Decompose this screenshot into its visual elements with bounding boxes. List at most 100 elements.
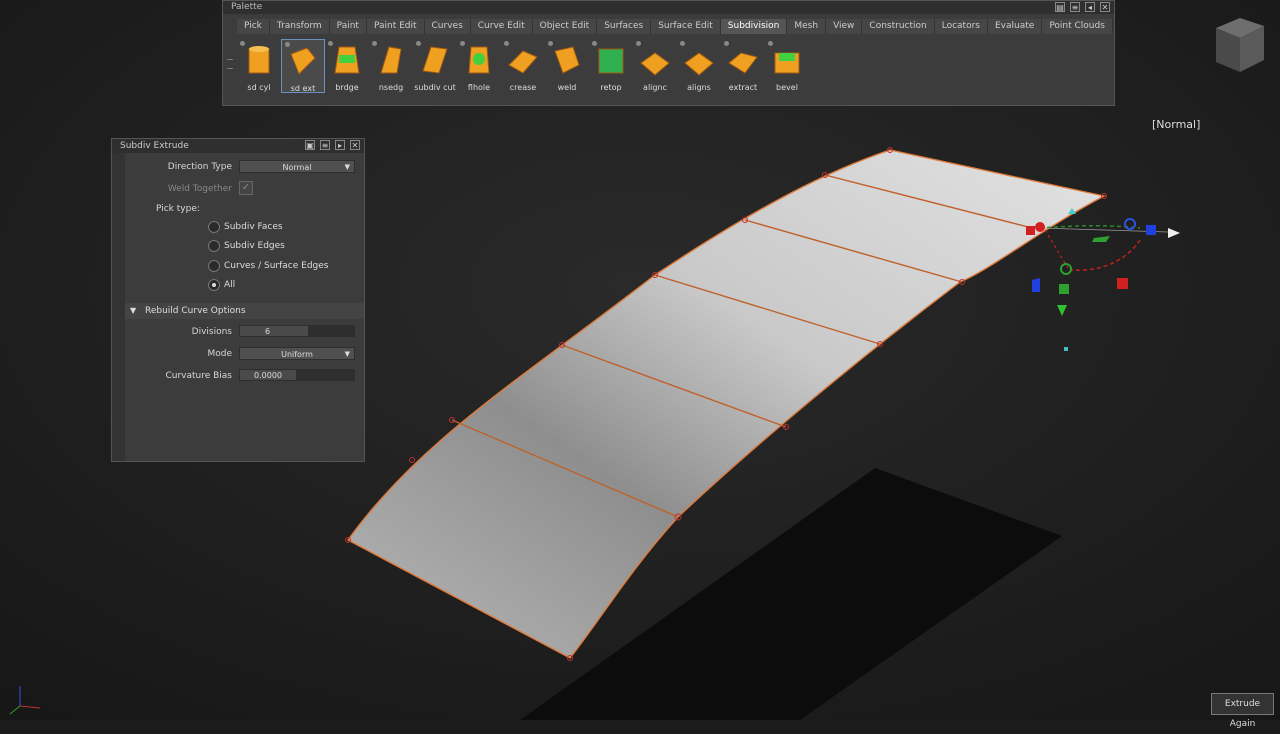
pick-all-label: All: [224, 280, 236, 290]
collapse-icon[interactable]: ◂: [1085, 2, 1095, 12]
option-dot-icon[interactable]: [724, 41, 729, 46]
tab-view[interactable]: View: [826, 19, 863, 34]
option-dot-icon[interactable]: [285, 42, 290, 47]
insert-edge-icon: [380, 46, 402, 74]
tab-evaluate[interactable]: Evaluate: [987, 19, 1043, 34]
divisions-slider[interactable]: [309, 325, 355, 337]
pick-type-label: Pick type:: [156, 204, 200, 214]
tool-align-surface-button[interactable]: aligns: [677, 39, 721, 93]
tool-label: bevel: [776, 83, 798, 92]
option-dot-icon[interactable]: [768, 41, 773, 46]
extract-icon: [728, 52, 758, 74]
tool-fill-hole-button[interactable]: flhole: [457, 39, 501, 93]
layout-icon[interactable]: ▤: [1055, 2, 1065, 12]
tool-extract-button[interactable]: extract: [721, 39, 765, 93]
tab-subdivision[interactable]: Subdivision: [720, 19, 788, 34]
tab-surface-edit[interactable]: Surface Edit: [651, 19, 721, 34]
retopology-icon: [598, 48, 624, 74]
pick-curves-surface-edges-label: Curves / Surface Edges: [224, 261, 329, 271]
option-dot-icon[interactable]: [416, 41, 421, 46]
pick-subdiv-edges-label: Subdiv Edges: [224, 241, 285, 251]
tool-subdiv-cylinder-button[interactable]: sd cyl: [237, 39, 281, 93]
option-dot-icon[interactable]: [240, 41, 245, 46]
pick-subdiv-edges-radio[interactable]: [208, 240, 220, 252]
tool-label: extract: [728, 83, 758, 92]
tool-bridge-button[interactable]: brdge: [325, 39, 369, 93]
option-dot-icon[interactable]: [548, 41, 553, 46]
rebuild-curve-options-label: Rebuild Curve Options: [145, 306, 246, 316]
chevron-down-icon: ▼: [344, 163, 350, 171]
view-cube[interactable]: [1208, 14, 1270, 76]
tab-surfaces[interactable]: Surfaces: [597, 19, 652, 34]
tab-construction[interactable]: Construction: [862, 19, 935, 34]
direction-type-value: Normal: [282, 163, 312, 172]
option-dot-icon[interactable]: [592, 41, 597, 46]
rebuild-curve-options-section[interactable]: ▼ Rebuild Curve Options: [125, 303, 364, 319]
panel-title: Subdiv Extrude: [120, 141, 189, 151]
palette-tools: sd cyl sd ext brdge nsedg subdiv cut flhole cr…: [237, 39, 809, 93]
tool-label: weld: [557, 83, 577, 92]
mode-dropdown[interactable]: Uniform ▼: [239, 347, 355, 360]
pick-curves-surface-edges-radio[interactable]: [208, 260, 220, 272]
pick-subdiv-faces-label: Subdiv Faces: [224, 222, 283, 232]
panel-title-bar[interactable]: Subdiv Extrude ▣ ≡ ▸ ✕: [112, 139, 364, 153]
tool-align-curve-button[interactable]: alignc: [633, 39, 677, 93]
tab-pick[interactable]: Pick: [237, 19, 270, 34]
tab-curves[interactable]: Curves: [424, 19, 471, 34]
tab-curve-edit[interactable]: Curve Edit: [470, 19, 533, 34]
pick-all-radio[interactable]: [208, 279, 220, 291]
pick-subdiv-faces-radio[interactable]: [208, 221, 220, 233]
tool-label: sd ext: [290, 84, 316, 93]
option-dot-icon[interactable]: [680, 41, 685, 46]
menu-icon[interactable]: ≡: [1070, 2, 1080, 12]
tab-mesh[interactable]: Mesh: [787, 19, 827, 34]
close-icon[interactable]: ✕: [350, 140, 360, 150]
fill-hole-icon: [468, 46, 490, 74]
bridge-icon: [334, 46, 360, 74]
expand-icon[interactable]: ▸: [335, 140, 345, 150]
menu-icon[interactable]: ≡: [320, 140, 330, 150]
tab-object-edit[interactable]: Object Edit: [532, 19, 598, 34]
weld-together-checkbox[interactable]: ✓: [239, 181, 253, 195]
align-surface-icon: [684, 52, 714, 76]
tool-label: aligns: [687, 83, 711, 92]
option-dot-icon[interactable]: [328, 41, 333, 46]
tool-label: flhole: [467, 83, 491, 92]
tool-subdiv-extrude-button[interactable]: sd ext: [281, 39, 325, 93]
palette-title-bar[interactable]: Palette ▤ ≡ ◂ ✕: [223, 1, 1114, 14]
tool-label: brdge: [335, 83, 359, 92]
close-icon[interactable]: ✕: [1100, 2, 1110, 12]
tool-weld-button[interactable]: weld: [545, 39, 589, 93]
panel-gutter: [112, 153, 125, 461]
option-dot-icon[interactable]: [460, 41, 465, 46]
option-dot-icon[interactable]: [636, 41, 641, 46]
tool-label: crease: [509, 83, 537, 92]
tool-bevel-button[interactable]: bevel: [765, 39, 809, 93]
tab-point-clouds[interactable]: Point Clouds: [1042, 19, 1113, 34]
curvature-bias-field[interactable]: 0.0000: [239, 369, 297, 381]
tool-label: alignc: [643, 83, 667, 92]
curvature-bias-slider[interactable]: [297, 369, 355, 381]
tool-insert-edge-button[interactable]: nsedg: [369, 39, 413, 93]
display-mode-label: [Normal]: [1152, 118, 1201, 131]
dock-icon[interactable]: ▣: [305, 140, 315, 150]
tab-paint[interactable]: Paint: [329, 19, 367, 34]
direction-type-dropdown[interactable]: Normal ▼: [239, 160, 355, 173]
subdiv-extrude-panel: Subdiv Extrude ▣ ≡ ▸ ✕ Direction Type No…: [111, 138, 365, 462]
tool-label: subdiv cut: [414, 83, 456, 92]
palette-grip-handle[interactable]: [227, 59, 233, 69]
tool-retopology-button[interactable]: retop: [589, 39, 633, 93]
tool-subdiv-cut-button[interactable]: subdiv cut: [413, 39, 457, 93]
tab-paint-edit[interactable]: Paint Edit: [366, 19, 425, 34]
divisions-field[interactable]: 6: [239, 325, 309, 337]
tab-locators[interactable]: Locators: [934, 19, 988, 34]
mode-value: Uniform: [281, 350, 313, 359]
extrude-again-button[interactable]: Extrude Again: [1211, 693, 1274, 729]
option-dot-icon[interactable]: [372, 41, 377, 46]
tool-label: nsedg: [378, 83, 404, 92]
option-dot-icon[interactable]: [504, 41, 509, 46]
align-curve-icon: [640, 52, 670, 76]
tool-label: retop: [600, 83, 622, 92]
tab-transform[interactable]: Transform: [269, 19, 330, 34]
tool-crease-button[interactable]: crease: [501, 39, 545, 93]
